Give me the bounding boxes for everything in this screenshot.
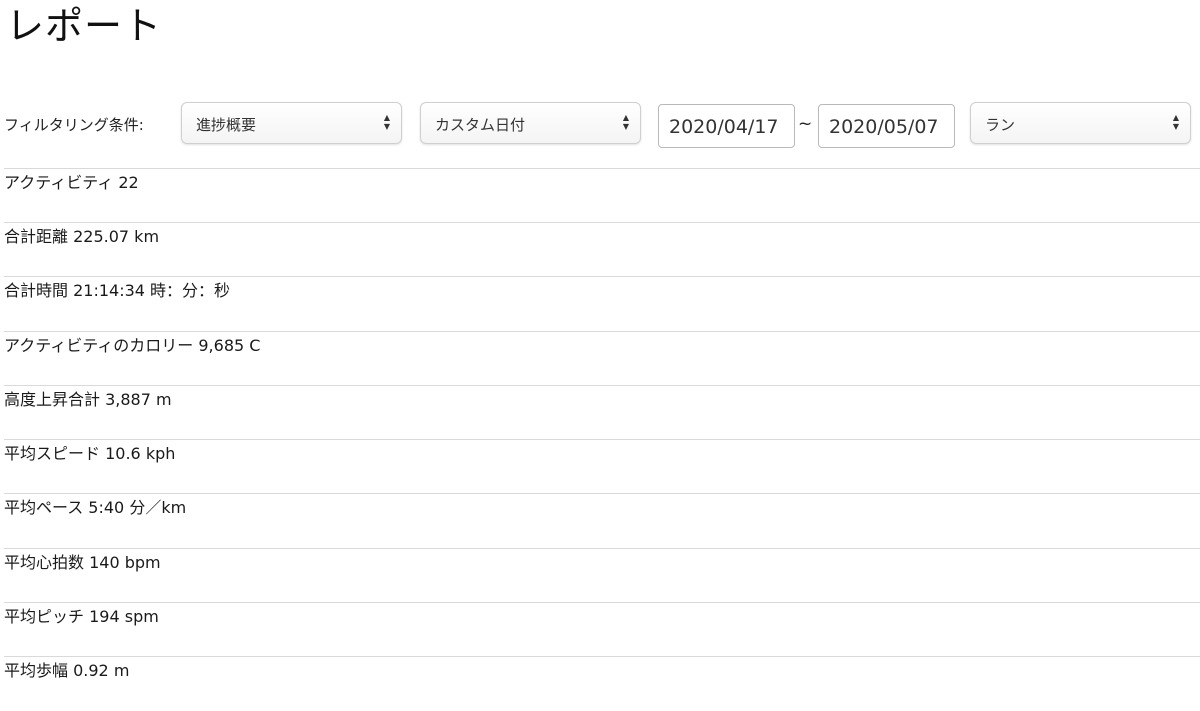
up-down-chevron-icon: ▲ ▼ — [1172, 113, 1180, 131]
stat-value: 140 bpm — [89, 553, 161, 572]
stat-label: アクティビティ — [4, 173, 114, 192]
stat-value: 194 spm — [89, 607, 159, 626]
stat-label: 平均ペース — [4, 498, 84, 517]
end-date-input[interactable]: 2020/05/07 — [818, 104, 955, 148]
stat-label: 高度上昇合計 — [4, 390, 101, 409]
stat-label: アクティビティのカロリー — [4, 336, 194, 355]
stat-value: 5:40 分／km — [88, 498, 187, 517]
up-down-chevron-icon: ▲ ▼ — [383, 113, 391, 131]
stat-value: 10.6 kph — [105, 444, 176, 463]
stat-row-activities: アクティビティ 22 — [4, 168, 1200, 222]
stat-row-avg-pace: 平均ペース 5:40 分／km — [4, 493, 1200, 547]
stat-label: 合計時間 — [4, 281, 69, 300]
stat-row-avg-cadence: 平均ピッチ 194 spm — [4, 602, 1200, 656]
stat-row-avg-speed: 平均スピード 10.6 kph — [4, 439, 1200, 493]
date-range-type-select[interactable]: カスタム日付 ▲ ▼ — [420, 102, 641, 144]
page-title: レポート — [6, 4, 163, 48]
start-date-input[interactable]: 2020/04/17 — [658, 104, 795, 148]
stat-value: 3,887 m — [105, 390, 172, 409]
date-range-type-value: カスタム日付 — [435, 116, 526, 134]
stat-row-avg-stride: 平均歩幅 0.92 m — [4, 656, 1200, 710]
up-down-chevron-icon: ▲ ▼ — [622, 113, 630, 131]
stat-label: 合計距離 — [4, 227, 69, 246]
stat-value: 0.92 m — [73, 661, 130, 680]
stat-label: 平均歩幅 — [4, 661, 69, 680]
stat-value: 9,685 C — [198, 336, 261, 355]
filter-bar: フィルタリング条件: 進捗概要 ▲ ▼ カスタム日付 ▲ ▼ 2020/04/17 … — [0, 102, 1200, 148]
activity-type-select[interactable]: ラン ▲ ▼ — [970, 102, 1191, 144]
stat-label: 平均ピッチ — [4, 607, 85, 626]
activity-type-value: ラン — [985, 116, 1016, 134]
stat-value: 225.07 km — [73, 227, 160, 246]
filter-label: フィルタリング条件: — [4, 116, 144, 134]
stat-label: 平均心拍数 — [4, 553, 85, 572]
stat-row-calories: アクティビティのカロリー 9,685 C — [4, 331, 1200, 385]
stat-value: 21:14:34 時：分：秒 — [73, 281, 231, 300]
stat-value: 22 — [118, 173, 139, 192]
report-type-select[interactable]: 進捗概要 ▲ ▼ — [181, 102, 402, 144]
stat-row-avg-heart-rate: 平均心拍数 140 bpm — [4, 548, 1200, 602]
stat-row-total-time: 合計時間 21:14:34 時：分：秒 — [4, 276, 1200, 330]
stat-row-elevation-gain: 高度上昇合計 3,887 m — [4, 385, 1200, 439]
stat-label: 平均スピード — [4, 444, 101, 463]
stat-row-total-distance: 合計距離 225.07 km — [4, 222, 1200, 276]
report-type-value: 進捗概要 — [196, 116, 257, 134]
date-range-separator: ~ — [798, 114, 813, 134]
